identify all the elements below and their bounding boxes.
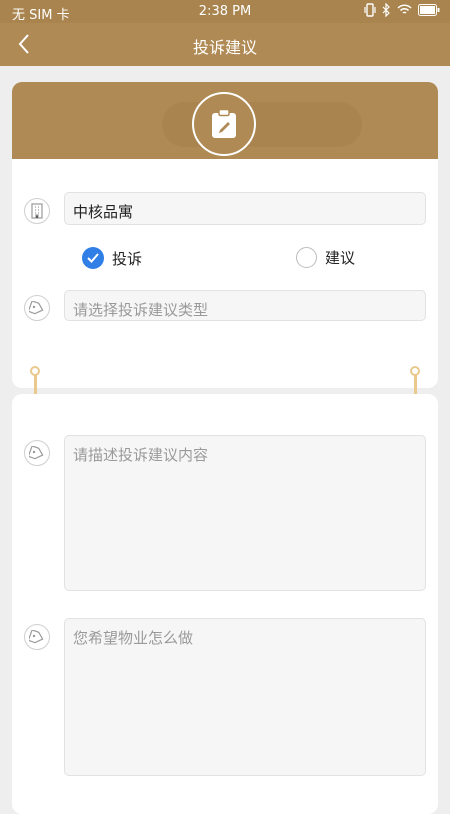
battery-icon bbox=[418, 4, 440, 16]
tag-icon bbox=[24, 624, 50, 650]
details-card: 请描述投诉建议内容 您希望物业怎么做 bbox=[12, 394, 438, 814]
building-icon bbox=[24, 198, 50, 224]
description-textarea[interactable]: 请描述投诉建议内容 bbox=[64, 435, 426, 591]
category-select[interactable]: 请选择投诉建议类型 bbox=[64, 290, 426, 321]
status-icons bbox=[364, 3, 440, 17]
category-placeholder: 请选择投诉建议类型 bbox=[73, 301, 209, 319]
tag-icon bbox=[24, 295, 50, 321]
bluetooth-icon bbox=[382, 3, 390, 17]
status-bar: 无 SIM 卡 2:38 PM bbox=[0, 0, 450, 23]
property-value: 中核品寓 bbox=[73, 203, 134, 221]
wifi-icon bbox=[397, 4, 412, 14]
expectation-textarea[interactable]: 您希望物业怎么做 bbox=[64, 618, 426, 776]
radio-suggestion[interactable]: 建议 bbox=[296, 247, 355, 268]
complaint-form-card: 中核品寓 投诉 建议 请选择投诉建议类型 bbox=[12, 82, 438, 388]
header-banner bbox=[12, 82, 438, 159]
description-placeholder: 请描述投诉建议内容 bbox=[73, 446, 209, 464]
unchecked-radio-icon bbox=[296, 247, 317, 268]
vibrate-icon bbox=[364, 3, 376, 17]
clipboard-pen-icon bbox=[212, 108, 236, 138]
checked-radio-icon bbox=[82, 247, 104, 269]
radio-complaint-label: 投诉 bbox=[112, 249, 143, 268]
expectation-placeholder: 您希望物业怎么做 bbox=[73, 629, 194, 647]
navigation-bar: 投诉建议 bbox=[0, 23, 450, 66]
clipboard-logo bbox=[192, 92, 256, 156]
radio-complaint[interactable]: 投诉 bbox=[82, 247, 142, 269]
tag-icon bbox=[24, 440, 50, 466]
radio-suggestion-label: 建议 bbox=[325, 249, 356, 267]
page-title: 投诉建议 bbox=[192, 38, 257, 57]
property-field[interactable]: 中核品寓 bbox=[64, 192, 426, 225]
